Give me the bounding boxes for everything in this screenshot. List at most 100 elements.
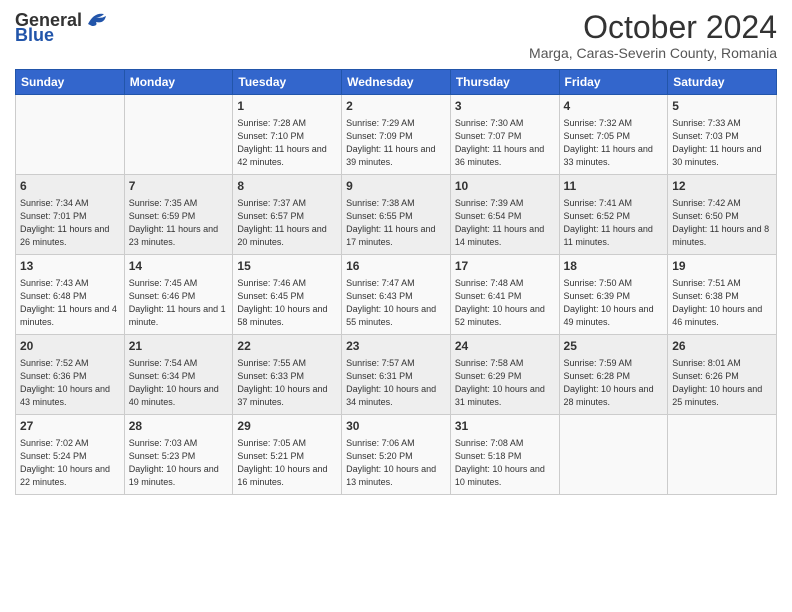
- calendar-cell: 27 Sunrise: 7:02 AM Sunset: 5:24 PM Dayli…: [16, 415, 125, 495]
- day-number: 11: [564, 178, 664, 195]
- logo-bird-icon: [86, 10, 108, 28]
- day-number: 9: [346, 178, 446, 195]
- day-number: 30: [346, 418, 446, 435]
- cell-content: Sunrise: 7:03 AM Sunset: 5:23 PM Dayligh…: [129, 437, 229, 489]
- calendar-cell: 5 Sunrise: 7:33 AM Sunset: 7:03 PM Daylig…: [668, 95, 777, 175]
- calendar-cell: 7 Sunrise: 7:35 AM Sunset: 6:59 PM Daylig…: [124, 175, 233, 255]
- calendar-cell: 1Sunrise: 7:28 AM Sunset: 7:10 PM Daylig…: [233, 95, 342, 175]
- cell-content: Sunrise: 7:43 AM Sunset: 6:48 PM Dayligh…: [20, 277, 120, 329]
- header-cell-friday: Friday: [559, 70, 668, 95]
- day-number: 18: [564, 258, 664, 275]
- calendar-cell: [559, 415, 668, 495]
- day-number: 15: [237, 258, 337, 275]
- cell-content: Sunrise: 7:39 AM Sunset: 6:54 PM Dayligh…: [455, 197, 555, 249]
- calendar-cell: [16, 95, 125, 175]
- calendar-cell: 25 Sunrise: 7:59 AM Sunset: 6:28 PM Dayli…: [559, 335, 668, 415]
- cell-content: Sunrise: 7:59 AM Sunset: 6:28 PM Dayligh…: [564, 357, 664, 409]
- day-number: 29: [237, 418, 337, 435]
- calendar-table: SundayMondayTuesdayWednesdayThursdayFrid…: [15, 69, 777, 495]
- cell-content: Sunrise: 7:54 AM Sunset: 6:34 PM Dayligh…: [129, 357, 229, 409]
- logo: General Blue: [15, 10, 108, 44]
- cell-content: Sunrise: 7:35 AM Sunset: 6:59 PM Dayligh…: [129, 197, 229, 249]
- calendar-cell: 19 Sunrise: 7:51 AM Sunset: 6:38 PM Dayli…: [668, 255, 777, 335]
- cell-content: Sunrise: 7:05 AM Sunset: 5:21 PM Dayligh…: [237, 437, 337, 489]
- calendar-cell: 4 Sunrise: 7:32 AM Sunset: 7:05 PM Daylig…: [559, 95, 668, 175]
- day-number: 27: [20, 418, 120, 435]
- cell-content: Sunrise: 7:32 AM Sunset: 7:05 PM Dayligh…: [564, 117, 664, 169]
- calendar-cell: 6 Sunrise: 7:34 AM Sunset: 7:01 PM Daylig…: [16, 175, 125, 255]
- day-number: 6: [20, 178, 120, 195]
- cell-content: Sunrise: 7:37 AM Sunset: 6:57 PM Dayligh…: [237, 197, 337, 249]
- cell-content: Sunrise: 7:41 AM Sunset: 6:52 PM Dayligh…: [564, 197, 664, 249]
- cell-content: Sunrise: 7:58 AM Sunset: 6:29 PM Dayligh…: [455, 357, 555, 409]
- header-cell-sunday: Sunday: [16, 70, 125, 95]
- day-number: 2: [346, 98, 446, 115]
- calendar-cell: 30 Sunrise: 7:06 AM Sunset: 5:20 PM Dayli…: [342, 415, 451, 495]
- day-number: 13: [20, 258, 120, 275]
- calendar-cell: 31 Sunrise: 7:08 AM Sunset: 5:18 PM Dayli…: [450, 415, 559, 495]
- title-block: October 2024 Marga, Caras-Severin County…: [529, 10, 777, 61]
- day-number: 8: [237, 178, 337, 195]
- cell-content: Sunrise: 7:30 AM Sunset: 7:07 PM Dayligh…: [455, 117, 555, 169]
- day-number: 22: [237, 338, 337, 355]
- cell-content: Sunrise: 8:01 AM Sunset: 6:26 PM Dayligh…: [672, 357, 772, 409]
- cell-content: Sunrise: 7:33 AM Sunset: 7:03 PM Dayligh…: [672, 117, 772, 169]
- calendar-cell: 12 Sunrise: 7:42 AM Sunset: 6:50 PM Dayli…: [668, 175, 777, 255]
- day-number: 21: [129, 338, 229, 355]
- logo-text-blue: Blue: [15, 26, 54, 44]
- day-number: 5: [672, 98, 772, 115]
- calendar-title: October 2024: [529, 10, 777, 45]
- cell-content: Sunrise: 7:42 AM Sunset: 6:50 PM Dayligh…: [672, 197, 772, 249]
- day-number: 17: [455, 258, 555, 275]
- header-cell-thursday: Thursday: [450, 70, 559, 95]
- cell-content: Sunrise: 7:34 AM Sunset: 7:01 PM Dayligh…: [20, 197, 120, 249]
- day-number: 19: [672, 258, 772, 275]
- cell-content: Sunrise: 7:46 AM Sunset: 6:45 PM Dayligh…: [237, 277, 337, 329]
- cell-content: Sunrise: 7:02 AM Sunset: 5:24 PM Dayligh…: [20, 437, 120, 489]
- week-row-4: 20 Sunrise: 7:52 AM Sunset: 6:36 PM Dayli…: [16, 335, 777, 415]
- calendar-page: General Blue October 2024 Marga, Caras-S…: [0, 0, 792, 612]
- cell-content: Sunrise: 7:48 AM Sunset: 6:41 PM Dayligh…: [455, 277, 555, 329]
- cell-content: Sunrise: 7:08 AM Sunset: 5:18 PM Dayligh…: [455, 437, 555, 489]
- header-cell-wednesday: Wednesday: [342, 70, 451, 95]
- calendar-cell: [668, 415, 777, 495]
- calendar-subtitle: Marga, Caras-Severin County, Romania: [529, 45, 777, 61]
- calendar-cell: 15 Sunrise: 7:46 AM Sunset: 6:45 PM Dayli…: [233, 255, 342, 335]
- cell-content: Sunrise: 7:51 AM Sunset: 6:38 PM Dayligh…: [672, 277, 772, 329]
- calendar-header: SundayMondayTuesdayWednesdayThursdayFrid…: [16, 70, 777, 95]
- day-number: 25: [564, 338, 664, 355]
- cell-content: Sunrise: 7:50 AM Sunset: 6:39 PM Dayligh…: [564, 277, 664, 329]
- day-number: 24: [455, 338, 555, 355]
- calendar-cell: 13 Sunrise: 7:43 AM Sunset: 6:48 PM Dayli…: [16, 255, 125, 335]
- day-number: 20: [20, 338, 120, 355]
- header-row: SundayMondayTuesdayWednesdayThursdayFrid…: [16, 70, 777, 95]
- calendar-cell: 24 Sunrise: 7:58 AM Sunset: 6:29 PM Dayli…: [450, 335, 559, 415]
- cell-content: Sunrise: 7:28 AM Sunset: 7:10 PM Dayligh…: [237, 117, 337, 169]
- day-number: 3: [455, 98, 555, 115]
- week-row-2: 6 Sunrise: 7:34 AM Sunset: 7:01 PM Daylig…: [16, 175, 777, 255]
- day-number: 31: [455, 418, 555, 435]
- day-number: 4: [564, 98, 664, 115]
- calendar-cell: 17 Sunrise: 7:48 AM Sunset: 6:41 PM Dayli…: [450, 255, 559, 335]
- calendar-cell: 11 Sunrise: 7:41 AM Sunset: 6:52 PM Dayli…: [559, 175, 668, 255]
- week-row-1: 1Sunrise: 7:28 AM Sunset: 7:10 PM Daylig…: [16, 95, 777, 175]
- week-row-3: 13 Sunrise: 7:43 AM Sunset: 6:48 PM Dayli…: [16, 255, 777, 335]
- day-number: 10: [455, 178, 555, 195]
- calendar-cell: 16Sunrise: 7:47 AM Sunset: 6:43 PM Dayli…: [342, 255, 451, 335]
- day-number: 14: [129, 258, 229, 275]
- day-number: 7: [129, 178, 229, 195]
- calendar-cell: 14 Sunrise: 7:45 AM Sunset: 6:46 PM Dayli…: [124, 255, 233, 335]
- cell-content: Sunrise: 7:45 AM Sunset: 6:46 PM Dayligh…: [129, 277, 229, 329]
- header-cell-saturday: Saturday: [668, 70, 777, 95]
- cell-content: Sunrise: 7:55 AM Sunset: 6:33 PM Dayligh…: [237, 357, 337, 409]
- calendar-cell: [124, 95, 233, 175]
- cell-content: Sunrise: 7:52 AM Sunset: 6:36 PM Dayligh…: [20, 357, 120, 409]
- calendar-cell: 22 Sunrise: 7:55 AM Sunset: 6:33 PM Dayli…: [233, 335, 342, 415]
- week-row-5: 27 Sunrise: 7:02 AM Sunset: 5:24 PM Dayli…: [16, 415, 777, 495]
- day-number: 12: [672, 178, 772, 195]
- cell-content: Sunrise: 7:06 AM Sunset: 5:20 PM Dayligh…: [346, 437, 446, 489]
- calendar-cell: 18 Sunrise: 7:50 AM Sunset: 6:39 PM Dayli…: [559, 255, 668, 335]
- day-number: 28: [129, 418, 229, 435]
- calendar-cell: 26Sunrise: 8:01 AM Sunset: 6:26 PM Dayli…: [668, 335, 777, 415]
- day-number: 16: [346, 258, 446, 275]
